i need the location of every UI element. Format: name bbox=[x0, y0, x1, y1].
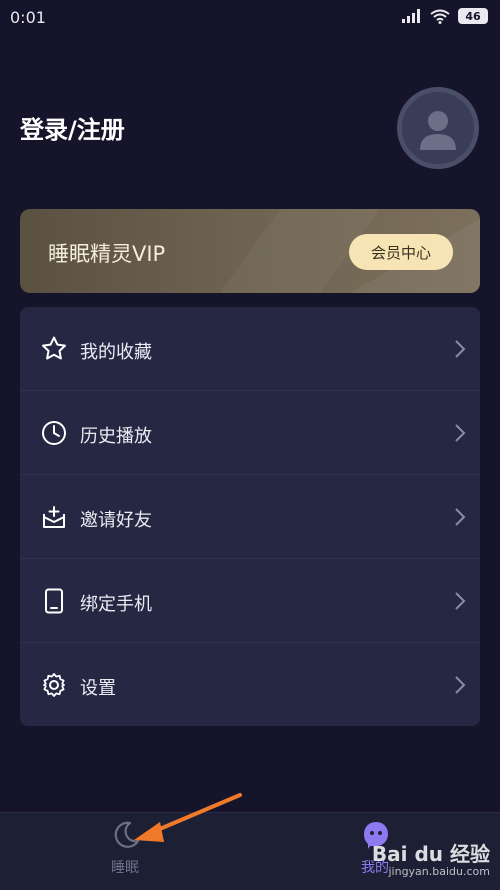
user-avatar-icon bbox=[420, 111, 456, 150]
chevron-right-icon bbox=[455, 424, 466, 442]
menu-item-label: 设置 bbox=[80, 678, 116, 699]
chevron-right-icon bbox=[455, 676, 466, 694]
battery-indicator: 46 bbox=[458, 8, 488, 24]
tab-sleep[interactable]: 睡眠 bbox=[65, 813, 185, 890]
star-icon bbox=[42, 336, 66, 360]
member-center-button[interactable]: 会员中心 bbox=[349, 234, 453, 270]
menu-list: 我的收藏 历史播放 邀请好友 绑定手机 设置 bbox=[20, 307, 480, 726]
vip-card[interactable]: 睡眠精灵VIP 会员中心 bbox=[20, 209, 480, 293]
menu-item-invite[interactable]: 邀请好友 bbox=[20, 475, 480, 559]
menu-item-label: 邀请好友 bbox=[80, 510, 152, 531]
menu-item-label: 历史播放 bbox=[80, 426, 152, 447]
avatar[interactable] bbox=[397, 87, 479, 169]
menu-item-settings[interactable]: 设置 bbox=[20, 643, 480, 726]
wifi-icon bbox=[430, 9, 450, 24]
chevron-right-icon bbox=[455, 508, 466, 526]
phone-icon bbox=[45, 588, 63, 614]
chevron-right-icon bbox=[455, 340, 466, 358]
menu-item-history[interactable]: 历史播放 bbox=[20, 391, 480, 475]
status-icons: 46 bbox=[402, 8, 488, 24]
menu-item-favorites[interactable]: 我的收藏 bbox=[20, 307, 480, 391]
tab-label: 睡眠 bbox=[111, 860, 139, 876]
login-register-link[interactable]: 登录/注册 bbox=[20, 110, 125, 145]
signal-icon bbox=[402, 9, 420, 23]
menu-item-label: 绑定手机 bbox=[80, 594, 152, 615]
clock-icon bbox=[42, 421, 66, 445]
moon-icon bbox=[114, 821, 140, 848]
vip-title: 睡眠精灵VIP bbox=[48, 242, 166, 266]
watermark-logo: Bai du 经验 bbox=[371, 842, 490, 866]
chevron-right-icon bbox=[455, 592, 466, 610]
watermark: Bai du 经验 jingyan.baidu.com bbox=[372, 838, 490, 878]
invite-icon bbox=[43, 506, 65, 528]
watermark-url: jingyan.baidu.com bbox=[388, 865, 490, 878]
status-time: 0:01 bbox=[10, 8, 46, 27]
menu-item-bind-phone[interactable]: 绑定手机 bbox=[20, 559, 480, 643]
settings-gear-icon bbox=[43, 673, 65, 697]
menu-item-label: 我的收藏 bbox=[80, 342, 152, 363]
status-bar: 0:01 46 bbox=[0, 0, 500, 36]
